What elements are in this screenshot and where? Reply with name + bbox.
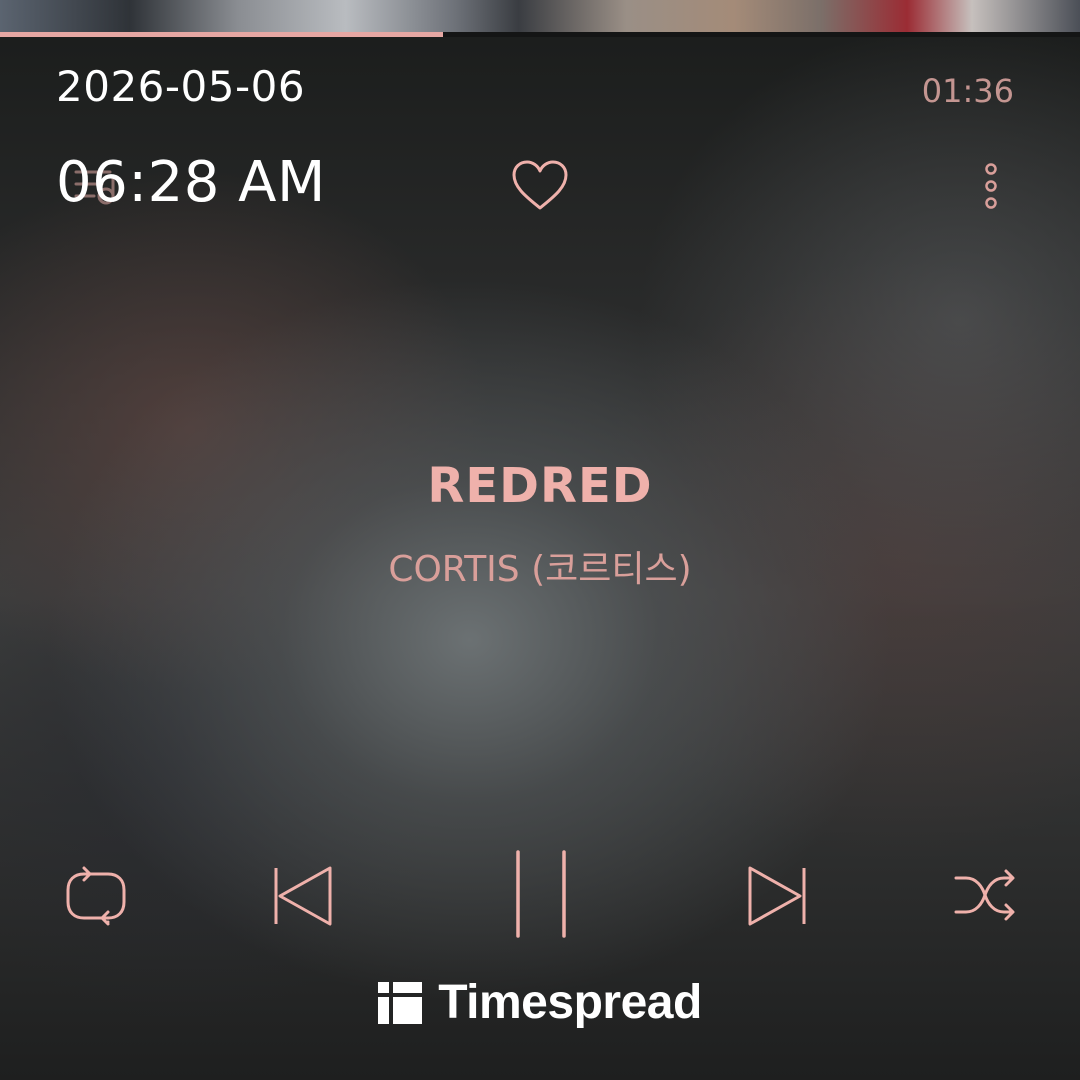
repeat-icon[interactable] xyxy=(62,864,130,928)
brand-name: Timespread xyxy=(438,975,702,1029)
progress-bar[interactable] xyxy=(0,32,1080,37)
progress-fill xyxy=(0,32,443,37)
more-vertical-icon[interactable] xyxy=(976,160,1006,212)
time-overlay: 06:28 AM xyxy=(56,150,326,215)
timespread-logo-icon xyxy=(378,982,423,1024)
track-title: REDRED xyxy=(427,458,653,514)
elapsed-time: 01:36 xyxy=(921,72,1014,110)
album-art-strip xyxy=(0,0,1080,32)
date-overlay: 2026-05-06 xyxy=(56,62,306,111)
track-artist[interactable]: CORTIS (코르티스) xyxy=(0,540,1080,592)
pause-icon[interactable] xyxy=(508,848,574,940)
shuffle-icon[interactable] xyxy=(952,864,1018,926)
skip-next-icon[interactable] xyxy=(742,862,812,930)
heart-icon[interactable] xyxy=(508,158,572,214)
brand-watermark: Timespread xyxy=(0,972,1080,1032)
music-player-screen: 2026-05-06 06:28 AM 01:36 REDRED CORTIS … xyxy=(0,0,1080,1080)
skip-previous-icon[interactable] xyxy=(268,862,338,930)
